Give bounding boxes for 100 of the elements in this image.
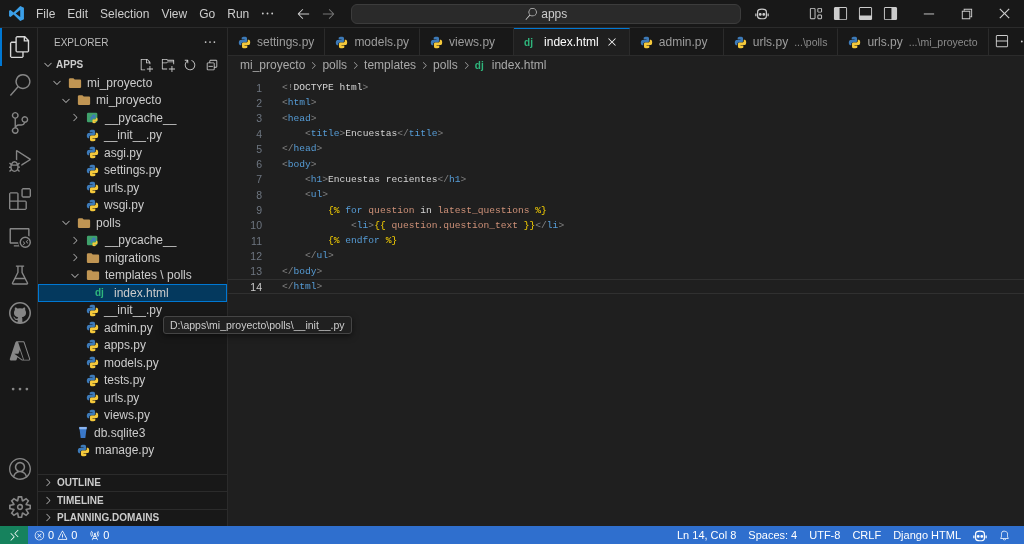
tree-item[interactable]: apps.py bbox=[38, 336, 227, 354]
back-icon[interactable] bbox=[296, 6, 312, 21]
error-icon bbox=[34, 529, 45, 541]
folder-icon bbox=[77, 216, 91, 229]
code-line: 3 <head> bbox=[255, 111, 318, 126]
menu-item[interactable]: Selection bbox=[94, 6, 156, 21]
tree-item[interactable]: asgi.py bbox=[38, 144, 227, 162]
code-line: 5 </head> bbox=[255, 141, 324, 157]
code-line: 13 </body> bbox=[249, 264, 324, 279]
new-file-icon[interactable] bbox=[139, 57, 153, 72]
code-line: 6 <body> bbox=[255, 157, 318, 172]
breadcrumb-item[interactable]: polls bbox=[433, 58, 458, 72]
folder-icon bbox=[68, 76, 82, 89]
menu-item[interactable]: Edit bbox=[61, 6, 95, 21]
secondary-sidebar-icon[interactable] bbox=[883, 6, 898, 21]
tree-item[interactable]: mi_proyecto bbox=[38, 91, 227, 109]
tree-item[interactable]: migrations bbox=[38, 249, 227, 267]
tree-item[interactable]: templates \ polls bbox=[38, 266, 227, 284]
python-file-icon bbox=[430, 35, 444, 49]
python-file-icon bbox=[733, 35, 747, 49]
python-file-icon bbox=[86, 338, 99, 352]
panel-section-header[interactable]: OUTLINE bbox=[38, 473, 227, 491]
python-file-icon bbox=[86, 181, 99, 195]
code-line: 1 <!DOCTYPE html> bbox=[255, 80, 370, 96]
code-line: 9 {% for question in latest_questions %} bbox=[255, 203, 548, 218]
code-line: 12 </ul> bbox=[249, 248, 335, 264]
ports-icon bbox=[89, 529, 101, 541]
python-file-icon bbox=[86, 303, 99, 317]
menu-item[interactable]: Go bbox=[193, 6, 222, 21]
database-icon bbox=[77, 426, 89, 440]
refresh-icon[interactable] bbox=[183, 57, 197, 72]
tree-item[interactable]: __init__.py bbox=[38, 301, 227, 319]
tree-item[interactable]: urls.py bbox=[38, 179, 227, 197]
python-file-icon bbox=[86, 128, 99, 142]
tree-item[interactable]: polls bbox=[38, 214, 227, 232]
tree-item[interactable]: manage.py bbox=[38, 441, 227, 459]
menu-item[interactable]: File bbox=[30, 6, 62, 21]
folder-icon bbox=[86, 269, 100, 282]
python-file-icon bbox=[238, 35, 251, 49]
folder-icon bbox=[77, 94, 91, 107]
sidebar-toggle-icon[interactable] bbox=[833, 6, 848, 21]
django-icon: dj bbox=[95, 287, 109, 299]
django-icon: dj bbox=[524, 36, 539, 48]
folder-icon bbox=[86, 233, 100, 247]
tree-item[interactable]: settings.py bbox=[38, 161, 227, 179]
split-editor-icon[interactable] bbox=[993, 34, 1009, 49]
search-field[interactable]: apps bbox=[351, 3, 742, 24]
search-icon bbox=[525, 7, 538, 20]
code-line: 2 <html> bbox=[255, 95, 318, 111]
warning-icon bbox=[57, 529, 69, 541]
tree-item[interactable]: views.py bbox=[38, 406, 227, 424]
workspace-header[interactable]: APPS bbox=[38, 56, 227, 73]
breadcrumb-item[interactable]: templates bbox=[364, 58, 417, 72]
tree-item[interactable]: __pycache__ bbox=[38, 109, 227, 127]
python-file-icon bbox=[848, 35, 862, 49]
tree-item[interactable]: models.py bbox=[38, 354, 227, 372]
tooltip: D:\apps\mi_proyecto\polls\__init__.py bbox=[163, 316, 352, 334]
panel-section-header[interactable]: TIMELINE bbox=[38, 491, 227, 509]
code-line: 4 <title>Encuestas</title> bbox=[255, 126, 445, 142]
layout-icon[interactable] bbox=[808, 6, 823, 21]
tree-item[interactable]: __pycache__ bbox=[38, 231, 227, 249]
tree-item[interactable]: wsgi.py bbox=[38, 196, 227, 214]
django-icon: dj bbox=[474, 59, 489, 71]
folder-icon bbox=[86, 111, 100, 125]
python-file-icon bbox=[86, 321, 99, 335]
python-file-icon bbox=[86, 356, 99, 370]
breadcrumb-item[interactable]: polls bbox=[322, 58, 348, 72]
status-item[interactable]: Spaces: 4 bbox=[742, 529, 804, 541]
ports-button[interactable]: 0 bbox=[83, 529, 116, 541]
collapse-all-icon[interactable] bbox=[205, 57, 219, 72]
problems-button[interactable]: 0 0 bbox=[28, 529, 84, 541]
python-file-icon bbox=[639, 35, 653, 49]
python-file-icon bbox=[86, 408, 99, 422]
status-item[interactable]: UTF-8 bbox=[803, 529, 847, 541]
editor-tab[interactable]: dj index.html bbox=[514, 28, 630, 55]
tree-item[interactable]: dj index.html bbox=[38, 284, 227, 302]
sidebar-title: EXPLORER bbox=[54, 36, 109, 48]
restore-icon[interactable] bbox=[959, 6, 974, 21]
remote-button[interactable] bbox=[0, 526, 28, 544]
status-item[interactable]: Ln 14, Col 8 bbox=[671, 529, 743, 541]
python-file-icon bbox=[86, 373, 99, 387]
code-line: 11 {% endfor %} bbox=[250, 233, 399, 249]
tree-item[interactable]: tests.py bbox=[38, 371, 227, 389]
breadcrumb-item[interactable]: index.html bbox=[491, 58, 547, 72]
menu-item[interactable]: View bbox=[155, 6, 194, 21]
folder-icon bbox=[86, 251, 100, 264]
tree-item[interactable]: __init__.py bbox=[38, 126, 227, 144]
code-line: 8 <ul> bbox=[255, 187, 330, 203]
tree-item[interactable]: mi_proyecto bbox=[38, 74, 227, 92]
status-item[interactable]: CRLF bbox=[846, 529, 888, 541]
copilot-icon[interactable] bbox=[755, 7, 770, 20]
breadcrumb-item[interactable]: mi_proyecto bbox=[240, 58, 306, 72]
new-folder-icon[interactable] bbox=[161, 57, 175, 72]
menu-item[interactable]: Run bbox=[221, 6, 256, 21]
code-line: 14 </html> bbox=[228, 278, 1024, 295]
tree-item[interactable]: urls.py bbox=[38, 389, 227, 407]
tree-item[interactable]: db.sqlite3 bbox=[38, 424, 227, 442]
close-icon[interactable] bbox=[997, 6, 1012, 21]
status-item[interactable]: Django HTML bbox=[887, 529, 967, 541]
panel-toggle-icon[interactable] bbox=[858, 6, 873, 21]
